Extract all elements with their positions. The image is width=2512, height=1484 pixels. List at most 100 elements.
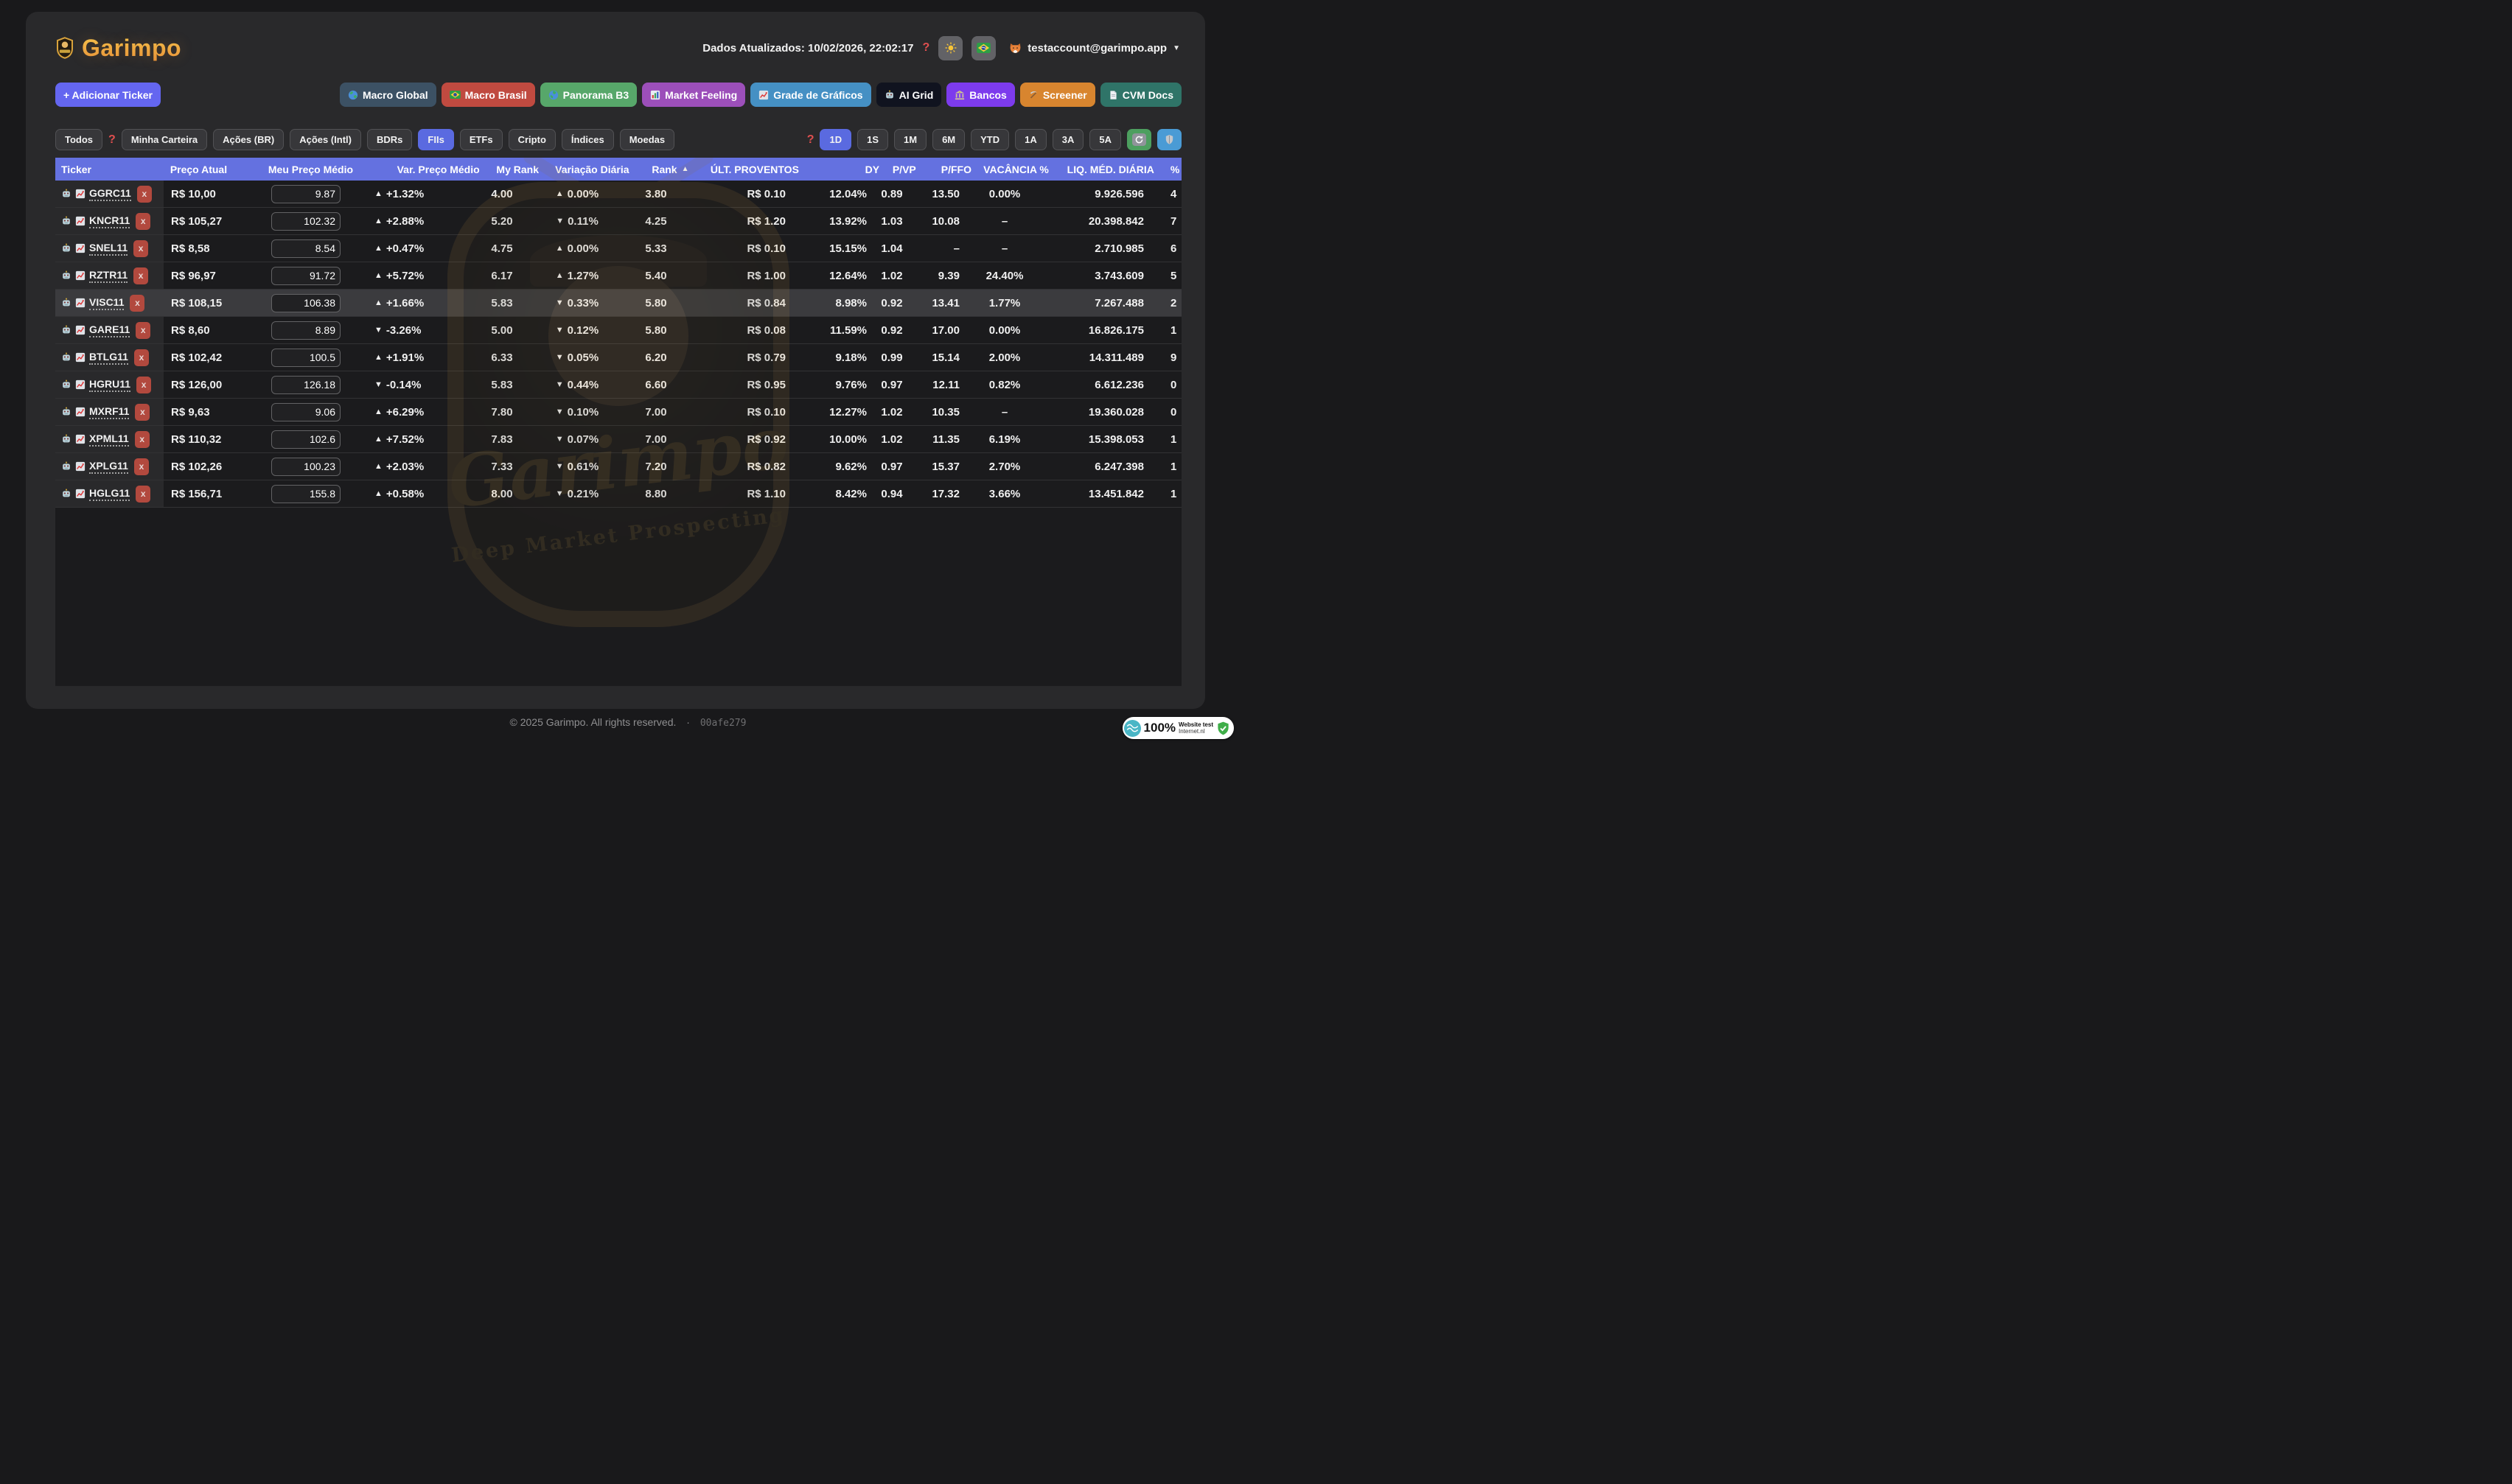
chart-icon[interactable] [75,216,86,226]
column-header-var-pre-o-m-dio[interactable]: Var. Preço Médio [378,158,486,181]
ticker-link[interactable]: MXRF11 [89,405,129,419]
avg-price-input[interactable] [271,239,341,258]
toolbar-button-macro-brasil[interactable]: Macro Brasil [442,83,535,107]
period-1s[interactable]: 1S [857,129,888,150]
period-1d[interactable]: 1D [820,129,851,150]
period-1m[interactable]: 1M [894,129,927,150]
chart-icon[interactable] [75,189,86,199]
tab-todos[interactable]: Todos [55,129,102,150]
tab-minha-carteira[interactable]: Minha Carteira [122,129,207,150]
ticker-link[interactable]: GGRC11 [89,187,131,201]
robot-icon[interactable] [61,407,71,417]
robot-icon[interactable] [61,461,71,472]
period-6m[interactable]: 6M [932,129,965,150]
robot-icon[interactable] [61,489,71,499]
chart-icon[interactable] [75,379,86,390]
avg-price-input[interactable] [271,349,341,367]
toolbar-button-panorama-b3[interactable]: Panorama B3 [540,83,637,107]
column-header-meu-pre-o-m-dio[interactable]: Meu Preço Médio [249,158,378,181]
avg-price-input[interactable] [271,403,341,421]
periods-help-icon[interactable]: ? [807,133,814,147]
internet-nl-badge[interactable]: 100% Website test Internet.nl [1123,717,1234,739]
theme-toggle-button[interactable] [938,36,963,60]
tab-moedas[interactable]: Moedas [620,129,674,150]
remove-ticker-button[interactable]: x [135,431,150,448]
toolbar-button-macro-global[interactable]: Macro Global [340,83,436,107]
column-header-rank[interactable]: Rank▲ [635,158,705,181]
robot-icon[interactable] [61,298,71,308]
ticker-link[interactable]: HGLG11 [89,487,130,501]
updated-help-icon[interactable]: ? [922,41,929,55]
chart-icon[interactable] [75,434,86,444]
remove-ticker-button[interactable]: x [136,377,151,393]
avg-price-input[interactable] [271,294,341,312]
robot-icon[interactable] [61,216,71,226]
ticker-link[interactable]: XPLG11 [89,460,128,474]
avg-price-input[interactable] [271,376,341,394]
ticker-link[interactable]: SNEL11 [89,242,128,256]
chart-icon[interactable] [75,325,86,335]
chart-icon[interactable] [75,461,86,472]
remove-ticker-button[interactable]: x [134,458,149,475]
remove-ticker-button[interactable]: x [136,213,150,230]
toolbar-button-bancos[interactable]: Bancos [946,83,1015,107]
column-header-varia-o-di-ria[interactable]: Variação Diária [549,158,635,181]
ticker-link[interactable]: GARE11 [89,323,130,337]
avg-price-input[interactable] [271,430,341,449]
column-header--lt-proventos[interactable]: ÚLT. PROVENTOS [705,158,805,181]
toolbar-button-ai-grid[interactable]: AI Grid [876,83,942,107]
shield-button[interactable] [1157,129,1182,150]
tab-fiis[interactable]: FIIs [418,129,453,150]
language-toggle-button[interactable] [971,36,996,60]
ticker-link[interactable]: BTLG11 [89,351,128,365]
ticker-link[interactable]: HGRU11 [89,378,130,392]
remove-ticker-button[interactable]: x [133,267,148,284]
tab-a-es-br-[interactable]: Ações (BR) [213,129,284,150]
column-header-dy[interactable]: DY [805,158,884,181]
chart-icon[interactable] [75,298,86,308]
remove-ticker-button[interactable]: x [134,349,149,366]
robot-icon[interactable] [61,189,71,199]
ticker-link[interactable]: KNCR11 [89,214,130,228]
robot-icon[interactable] [61,434,71,444]
column-header-my-rank[interactable]: My Rank [486,158,549,181]
chart-icon[interactable] [75,270,86,281]
chart-icon[interactable] [75,243,86,253]
chart-icon[interactable] [75,407,86,417]
remove-ticker-button[interactable]: x [130,295,144,312]
robot-icon[interactable] [61,270,71,281]
tab-a-es-intl-[interactable]: Ações (Intl) [290,129,361,150]
toolbar-button-screener[interactable]: Screener [1020,83,1095,107]
avg-price-input[interactable] [271,267,341,285]
avg-price-input[interactable] [271,321,341,340]
add-ticker-button[interactable]: + Adicionar Ticker [55,83,161,107]
remove-ticker-button[interactable]: x [136,486,150,503]
column-header-p-vp[interactable]: P/VP [884,158,925,181]
remove-ticker-button[interactable]: x [133,240,148,257]
remove-ticker-button[interactable]: x [135,404,150,421]
ticker-link[interactable]: XPML11 [89,433,129,447]
avg-price-input[interactable] [271,212,341,231]
tabs-help-icon[interactable]: ? [108,133,116,147]
toolbar-button-market-feeling[interactable]: Market Feeling [642,83,745,107]
ticker-link[interactable]: VISC11 [89,296,124,310]
toolbar-button-cvm-docs[interactable]: CVM Docs [1100,83,1182,107]
remove-ticker-button[interactable]: x [137,186,152,203]
remove-ticker-button[interactable]: x [136,322,150,339]
period-1a[interactable]: 1A [1015,129,1047,150]
tab-bdrs[interactable]: BDRs [367,129,412,150]
toolbar-button-grade-de-gr-ficos[interactable]: Grade de Gráficos [750,83,871,107]
robot-icon[interactable] [61,379,71,390]
column-header-pre-o-atual[interactable]: Preço Atual [163,158,249,181]
avg-price-input[interactable] [271,485,341,503]
column-header-liq-m-d-di-ria[interactable]: LIQ. MÉD. DIÁRIA [1059,158,1162,181]
chart-icon[interactable] [75,352,86,363]
robot-icon[interactable] [61,325,71,335]
chart-icon[interactable] [75,489,86,499]
avg-price-input[interactable] [271,458,341,476]
column-header-ticker[interactable]: Ticker [55,158,163,181]
ticker-link[interactable]: RZTR11 [89,269,128,283]
account-menu[interactable]: testaccount@garimpo.app ▼ [1009,42,1180,55]
period-ytd[interactable]: YTD [971,129,1009,150]
column-header-%-e[interactable]: % E [1162,158,1182,181]
